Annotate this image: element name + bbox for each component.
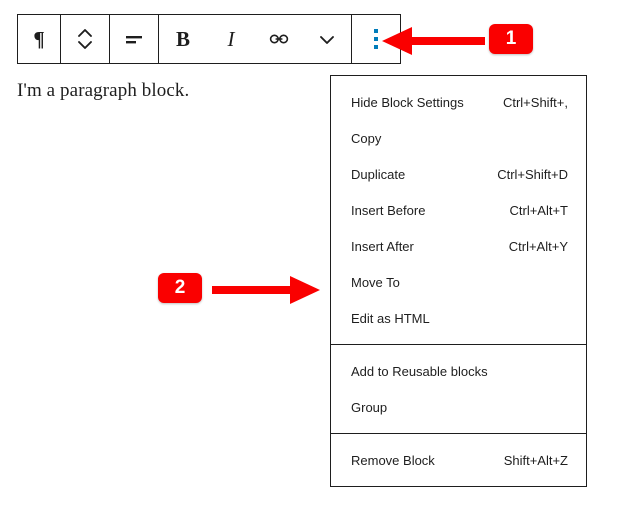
menu-item-copy[interactable]: Copy xyxy=(331,120,586,156)
italic-icon: I xyxy=(227,26,235,51)
annotation-badge-1: 1 xyxy=(489,24,533,54)
annotation-badge-2: 2 xyxy=(158,273,202,303)
align-button[interactable] xyxy=(110,15,158,63)
block-type-button[interactable]: ¶ xyxy=(18,15,60,63)
toolbar-group-formatting: B I xyxy=(159,15,351,63)
menu-item-insert-before[interactable]: Insert Before Ctrl+Alt+T xyxy=(331,192,586,228)
chevron-down-icon xyxy=(316,28,338,50)
bold-icon: B xyxy=(175,26,190,51)
pilcrow-icon: ¶ xyxy=(33,26,45,51)
menu-item-move-to[interactable]: Move To xyxy=(331,264,586,300)
italic-button[interactable]: I xyxy=(207,15,255,63)
paragraph-block[interactable]: I'm a paragraph block. xyxy=(17,80,189,102)
menu-item-label: Duplicate xyxy=(351,166,406,182)
menu-item-group[interactable]: Group xyxy=(331,389,586,425)
link-button[interactable] xyxy=(255,15,303,63)
menu-item-label: Hide Block Settings xyxy=(351,94,464,110)
menu-item-shortcut: Ctrl+Alt+T xyxy=(509,202,568,218)
menu-item-add-to-reusable-blocks[interactable]: Add to Reusable blocks xyxy=(331,353,586,389)
more-formatting-button[interactable] xyxy=(303,15,351,63)
menu-item-duplicate[interactable]: Duplicate Ctrl+Shift+D xyxy=(331,156,586,192)
menu-section-primary: Hide Block Settings Ctrl+Shift+, Copy Du… xyxy=(331,76,586,345)
menu-item-hide-block-settings[interactable]: Hide Block Settings Ctrl+Shift+, xyxy=(331,84,586,120)
menu-item-edit-as-html[interactable]: Edit as HTML xyxy=(331,300,586,336)
menu-item-label: Edit as HTML xyxy=(351,310,430,326)
block-options-menu: Hide Block Settings Ctrl+Shift+, Copy Du… xyxy=(330,75,587,487)
menu-item-label: Insert Before xyxy=(351,202,426,218)
annotation-arrow-left xyxy=(382,26,485,61)
menu-item-shortcut: Ctrl+Alt+Y xyxy=(508,238,568,254)
move-up-down-icon xyxy=(74,25,96,53)
annotation-arrow-right xyxy=(212,275,320,310)
toolbar-group-block-type: ¶ xyxy=(18,15,61,63)
menu-item-label: Copy xyxy=(351,130,382,146)
menu-item-insert-after[interactable]: Insert After Ctrl+Alt+Y xyxy=(331,228,586,264)
menu-item-label: Remove Block xyxy=(351,452,435,468)
menu-item-remove-block[interactable]: Remove Block Shift+Alt+Z xyxy=(331,442,586,478)
menu-item-label: Insert After xyxy=(351,238,414,254)
move-up-down-button[interactable] xyxy=(61,15,109,63)
toolbar-group-move xyxy=(61,15,110,63)
menu-section-destructive: Remove Block Shift+Alt+Z xyxy=(331,434,586,486)
menu-item-label: Add to Reusable blocks xyxy=(351,363,488,379)
dots-vertical-icon xyxy=(374,29,378,49)
menu-item-label: Group xyxy=(351,399,388,415)
menu-item-shortcut: Ctrl+Shift+D xyxy=(497,166,568,182)
block-toolbar: ¶ B I xyxy=(17,14,401,64)
menu-item-label: Move To xyxy=(351,274,400,290)
menu-item-shortcut: Ctrl+Shift+, xyxy=(502,94,568,110)
menu-section-reusable: Add to Reusable blocks Group xyxy=(331,345,586,434)
align-text-left-icon xyxy=(123,28,145,50)
toolbar-group-align xyxy=(110,15,159,63)
bold-button[interactable]: B xyxy=(159,15,207,63)
link-icon xyxy=(268,28,290,50)
menu-item-shortcut: Shift+Alt+Z xyxy=(503,452,568,468)
